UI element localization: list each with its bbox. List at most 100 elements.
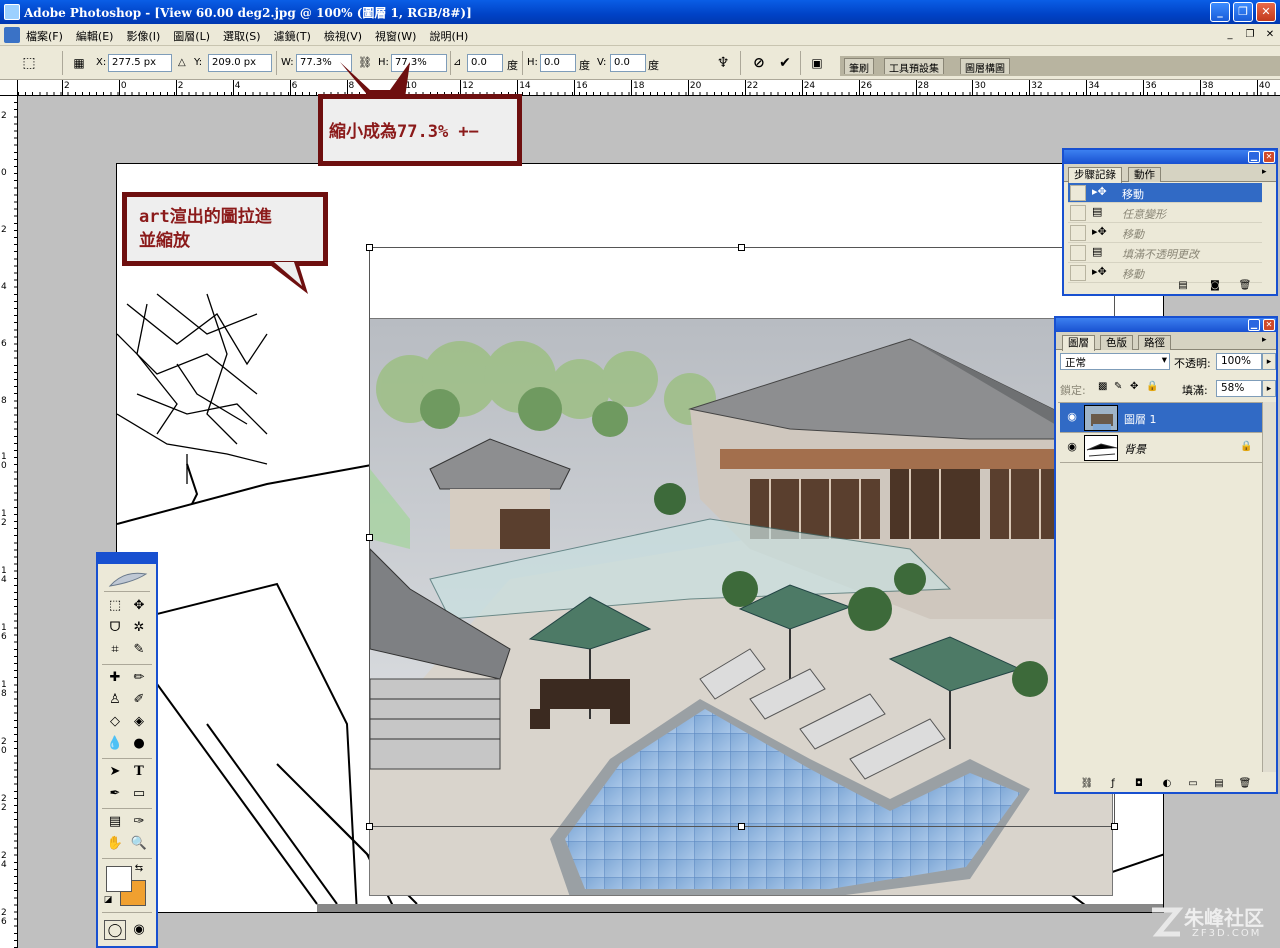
photoshop-app-icon[interactable] xyxy=(4,4,20,20)
palette-close-button[interactable]: ✕ xyxy=(1263,319,1275,331)
tab-channels[interactable]: 色版 xyxy=(1100,335,1133,350)
layer-row[interactable]: ◉ 圖層 1 xyxy=(1060,403,1264,433)
lock-transparency-icon[interactable]: ▩ xyxy=(1098,381,1107,392)
tab-layers[interactable]: 圖層 xyxy=(1062,335,1095,351)
transform-handle[interactable] xyxy=(1111,823,1118,830)
layer-row[interactable]: ◉ 背景 🔒 xyxy=(1060,433,1264,463)
commit-transform-icon[interactable]: ✔ xyxy=(776,54,794,72)
close-button[interactable]: ✕ xyxy=(1256,2,1276,22)
tool-preset-picker-icon[interactable]: ⬚ xyxy=(20,54,38,72)
rectangle-tool-icon[interactable]: ▭ xyxy=(128,784,150,804)
hand-tool-icon[interactable]: ✋ xyxy=(104,834,126,854)
opacity-slider-arrow-icon[interactable]: ▸ xyxy=(1262,353,1276,370)
healing-brush-tool-icon[interactable]: ✚ xyxy=(104,668,126,688)
lock-all-icon[interactable]: 🔒 xyxy=(1146,381,1158,392)
reference-point-icon[interactable]: ▦ xyxy=(70,54,88,72)
doc-minimize-button[interactable]: _ xyxy=(1222,27,1238,42)
history-palette-titlebar[interactable]: ▁ ✕ xyxy=(1064,150,1276,164)
path-selection-tool-icon[interactable]: ➤ xyxy=(104,762,126,782)
history-step[interactable]: ▸✥ 移動 xyxy=(1068,183,1262,203)
tab-history[interactable]: 步驟記錄 xyxy=(1068,167,1122,183)
adjustment-layer-icon[interactable]: ◐ xyxy=(1160,778,1174,790)
hskew-field[interactable]: 0.0 xyxy=(540,54,576,72)
horizontal-ruler[interactable]: 2 0 2 4 6 8 10 12 14 16 18 20 22 24 26 28 30 32 34 36 38 40 xyxy=(18,80,1280,96)
new-document-from-state-icon[interactable]: ▤ xyxy=(1176,280,1190,292)
rendered-house-image[interactable] xyxy=(369,318,1113,896)
menu-window[interactable]: 視窗(W) xyxy=(375,28,416,44)
palette-menu-icon[interactable]: ▸ xyxy=(1262,335,1274,347)
tab-actions[interactable]: 動作 xyxy=(1128,167,1161,182)
lock-position-icon[interactable]: ✥ xyxy=(1130,381,1138,392)
layers-scrollbar[interactable] xyxy=(1262,402,1276,772)
blend-mode-select[interactable]: 正常 ▾ xyxy=(1060,353,1170,370)
x-field[interactable]: 277.5 px xyxy=(108,54,172,72)
dodge-tool-icon[interactable]: ● xyxy=(128,734,150,754)
warp-icon[interactable]: ♆ xyxy=(714,54,732,72)
zoom-tool-icon[interactable]: 🔍 xyxy=(128,834,150,854)
type-tool-icon[interactable]: T xyxy=(128,762,150,782)
menu-edit[interactable]: 編輯(E) xyxy=(76,28,114,44)
menu-filter[interactable]: 濾鏡(T) xyxy=(274,28,311,44)
transform-handle[interactable] xyxy=(738,823,745,830)
tab-paths[interactable]: 路徑 xyxy=(1138,335,1171,350)
palette-menu-icon[interactable]: ▸ xyxy=(1262,167,1274,179)
history-step[interactable]: ▤ 任意變形 xyxy=(1068,203,1262,223)
history-step[interactable]: ▤ 填滿不透明更改 xyxy=(1068,243,1262,263)
history-brush-tool-icon[interactable]: ✐ xyxy=(128,690,150,710)
layer-style-icon[interactable]: ƒ xyxy=(1106,778,1120,790)
cancel-transform-icon[interactable]: ⊘ xyxy=(750,54,768,72)
magic-wand-tool-icon[interactable]: ✲ xyxy=(128,618,150,638)
default-colors-icon[interactable]: ◪ xyxy=(102,894,114,906)
new-group-icon[interactable]: ▭ xyxy=(1186,778,1200,790)
history-snapshot-box[interactable] xyxy=(1070,185,1086,201)
feather-logo-icon[interactable] xyxy=(104,568,150,592)
menu-view[interactable]: 檢視(V) xyxy=(324,28,362,44)
brush-tool-icon[interactable]: ✏ xyxy=(128,668,150,688)
history-step[interactable]: ▸✥ 移動 xyxy=(1068,223,1262,243)
lock-pixels-icon[interactable]: ✎ xyxy=(1114,381,1122,392)
eyedropper-tool-icon[interactable]: ✑ xyxy=(128,812,150,832)
crop-tool-icon[interactable]: ⌗ xyxy=(104,640,126,660)
marquee-tool-icon[interactable]: ⬚ xyxy=(104,596,126,616)
slice-tool-icon[interactable]: ✎ xyxy=(128,640,150,660)
visibility-eye-icon[interactable]: ◉ xyxy=(1064,410,1080,426)
menu-layer[interactable]: 圖層(L) xyxy=(173,28,210,44)
new-layer-icon[interactable]: ▤ xyxy=(1212,778,1226,790)
paint-bucket-tool-icon[interactable]: ◈ xyxy=(128,712,150,732)
standard-mode-icon[interactable]: ◯ xyxy=(104,920,126,940)
move-tool-icon[interactable]: ✥ xyxy=(128,596,150,616)
fill-field[interactable]: 58% xyxy=(1216,380,1262,397)
palette-minimize-button[interactable]: ▁ xyxy=(1248,319,1260,331)
rotate-field[interactable]: 0.0 xyxy=(467,54,503,72)
history-palette[interactable]: ▁ ✕ 步驟記錄 動作 ▸ ▸✥ 移動 ▤ 任意變形 ▸✥ 移動 ▤ 填滿不透明… xyxy=(1062,148,1278,296)
history-step[interactable]: ▸✥ 移動 xyxy=(1068,263,1262,283)
layers-palette[interactable]: ▁ ✕ 圖層 色版 路徑 ▸ 正常 ▾ 不透明: 100% ▸ 鎖定: ▩ ✎ … xyxy=(1054,316,1278,794)
foreground-color-swatch[interactable] xyxy=(106,866,132,892)
transform-handle[interactable] xyxy=(366,534,373,541)
transform-handle[interactable] xyxy=(366,823,373,830)
lasso-tool-icon[interactable]: ᗜ xyxy=(104,618,126,638)
history-snapshot-box[interactable] xyxy=(1070,245,1086,261)
new-snapshot-icon[interactable]: ◙ xyxy=(1208,280,1222,292)
toolbox[interactable]: ⬚ ✥ ᗜ ✲ ⌗ ✎ ✚ ✏ ♙ ✐ ◇ ◈ 💧 ● ➤ T ✒ ▭ ▤ ✑ … xyxy=(96,552,158,948)
file-browser-icon[interactable]: ▣ xyxy=(808,54,826,72)
vertical-ruler[interactable]: 2 0 2 4 6 8 1 0 1 2 1 4 1 6 1 8 2 0 2 2 2 4 2 6 xyxy=(0,80,18,948)
transform-handle[interactable] xyxy=(738,244,745,251)
layers-palette-titlebar[interactable]: ▁ ✕ xyxy=(1056,318,1276,332)
history-snapshot-box[interactable] xyxy=(1070,225,1086,241)
maximize-button[interactable]: ❐ xyxy=(1233,2,1253,22)
doc-restore-button[interactable]: ❐ xyxy=(1242,27,1258,42)
swap-colors-icon[interactable]: ⇆ xyxy=(132,862,146,876)
menu-help[interactable]: 說明(H) xyxy=(429,28,468,44)
link-layers-icon[interactable]: ⛓ xyxy=(1080,778,1094,790)
doc-close-button[interactable]: ✕ xyxy=(1262,27,1278,42)
minimize-button[interactable]: _ xyxy=(1210,2,1230,22)
history-snapshot-box[interactable] xyxy=(1070,265,1086,281)
blur-tool-icon[interactable]: 💧 xyxy=(104,734,126,754)
well-tab-tool-presets[interactable]: 工具預設集 xyxy=(884,58,944,75)
layer-mask-icon[interactable]: ◘ xyxy=(1132,778,1146,790)
history-snapshot-box[interactable] xyxy=(1070,205,1086,221)
notes-tool-icon[interactable]: ▤ xyxy=(104,812,126,832)
menu-image[interactable]: 影像(I) xyxy=(126,28,160,44)
quick-mask-mode-icon[interactable]: ◉ xyxy=(128,920,150,940)
